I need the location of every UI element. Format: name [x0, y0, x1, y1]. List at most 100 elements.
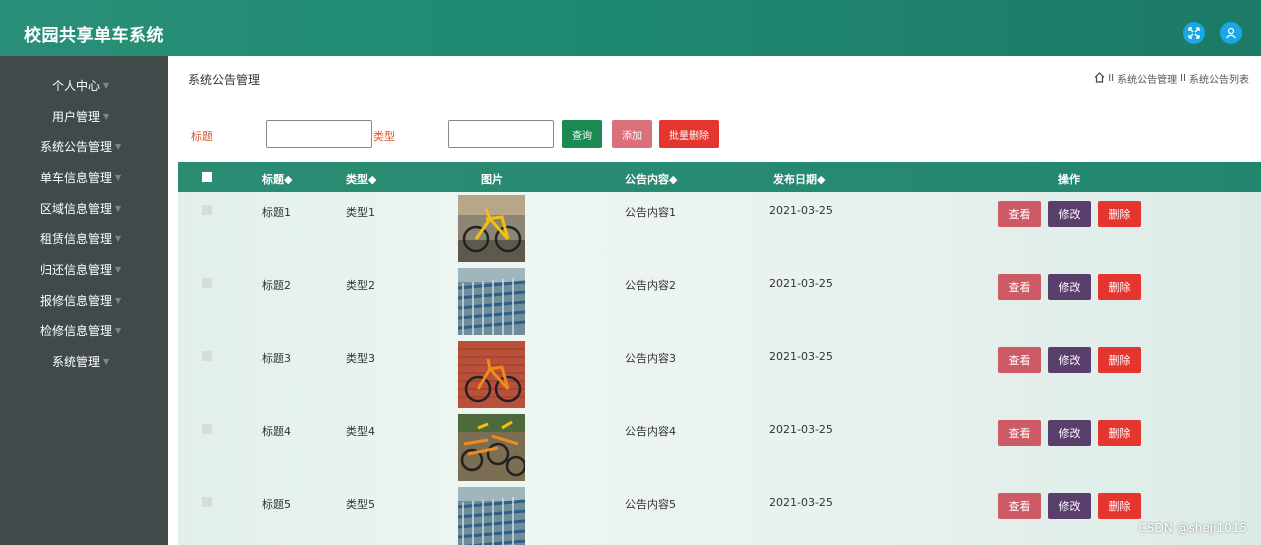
chevron-down-icon: ▼: [115, 172, 122, 182]
sidebar-item-user-management[interactable]: 用户管理 ▼: [0, 101, 168, 131]
view-button[interactable]: 查看: [998, 274, 1041, 300]
breadcrumb-level-1[interactable]: 系统公告管理: [1117, 71, 1177, 86]
announcement-table: 标题◆ 类型◆ 图片 公告内容◆ 发布日期◆ 操作 标题1 类型1 公告内容1 …: [178, 162, 1261, 545]
column-header-image: 图片: [481, 173, 503, 186]
row-type: 类型3: [346, 352, 375, 365]
chevron-down-icon: ▼: [115, 295, 122, 305]
edit-button[interactable]: 修改: [1048, 201, 1091, 227]
row-date: 2021-03-25: [769, 350, 833, 363]
query-button[interactable]: 查询: [562, 120, 602, 148]
table-row: 标题2 类型2 公告内容2 2021-03-25 查看 修改 删除: [178, 265, 1261, 338]
row-checkbox[interactable]: [202, 497, 212, 507]
breadcrumb-separator: II: [1108, 73, 1115, 84]
sidebar-item-system-management[interactable]: 系统管理 ▼: [0, 346, 168, 376]
page-title: 系统公告管理: [188, 73, 261, 87]
row-type: 类型2: [346, 279, 375, 292]
type-search-input[interactable]: [448, 120, 554, 148]
column-header-content[interactable]: 公告内容◆: [625, 171, 677, 187]
view-button[interactable]: 查看: [998, 201, 1041, 227]
row-date: 2021-03-25: [769, 204, 833, 217]
edit-button[interactable]: 修改: [1048, 347, 1091, 373]
breadcrumb: II 系统公告管理 II 系统公告列表: [1094, 71, 1249, 86]
row-content: 公告内容4: [625, 425, 676, 438]
sidebar-item-label: 区域信息管理: [40, 201, 113, 216]
sidebar-item-label: 报修信息管理: [40, 293, 113, 308]
sidebar: 个人中心 ▼ 用户管理 ▼ 系统公告管理 ▼ 单车信息管理 ▼ 区域信息管理 ▼ 租赁信息…: [0, 56, 168, 545]
row-checkbox[interactable]: [202, 278, 212, 288]
row-date: 2021-03-25: [769, 496, 833, 509]
row-type: 类型1: [346, 206, 375, 219]
announcement-image: [458, 341, 525, 408]
chevron-down-icon: ▼: [115, 203, 122, 213]
row-checkbox[interactable]: [202, 205, 212, 215]
edit-button[interactable]: 修改: [1048, 274, 1091, 300]
chevron-down-icon: ▼: [115, 233, 122, 243]
delete-button[interactable]: 删除: [1098, 201, 1141, 227]
delete-button[interactable]: 删除: [1098, 493, 1141, 519]
sidebar-item-label: 用户管理: [52, 109, 101, 124]
row-title: 标题4: [262, 425, 291, 438]
home-icon[interactable]: [1094, 71, 1105, 86]
delete-button[interactable]: 删除: [1098, 274, 1141, 300]
sidebar-item-announcement-management[interactable]: 系统公告管理 ▼: [0, 131, 168, 161]
delete-button[interactable]: 删除: [1098, 420, 1141, 446]
batch-delete-button[interactable]: 批量删除: [659, 120, 719, 148]
sidebar-item-repair-report-management[interactable]: 报修信息管理 ▼: [0, 285, 168, 315]
breadcrumb-level-2: 系统公告列表: [1189, 75, 1249, 86]
view-button[interactable]: 查看: [998, 493, 1041, 519]
row-title: 标题2: [262, 279, 291, 292]
app-title: 校园共享单车系统: [24, 26, 164, 46]
row-content: 公告内容5: [625, 498, 676, 511]
view-button[interactable]: 查看: [998, 420, 1041, 446]
row-title: 标题3: [262, 352, 291, 365]
row-checkbox[interactable]: [202, 351, 212, 361]
add-button[interactable]: 添加: [612, 120, 652, 148]
column-header-date[interactable]: 发布日期◆: [773, 171, 825, 187]
announcement-image: [458, 195, 525, 262]
sidebar-item-label: 单车信息管理: [40, 170, 113, 185]
main-content: 系统公告管理 II 系统公告管理 II 系统公告列表 标题 类型 查询 添加 批…: [168, 56, 1261, 545]
sidebar-item-area-management[interactable]: 区域信息管理 ▼: [0, 193, 168, 223]
row-content: 公告内容2: [625, 279, 676, 292]
row-content: 公告内容3: [625, 352, 676, 365]
row-checkbox[interactable]: [202, 424, 212, 434]
select-all-checkbox[interactable]: [202, 172, 212, 182]
fullscreen-icon[interactable]: [1183, 22, 1205, 44]
sidebar-item-inspection-management[interactable]: 检修信息管理 ▼: [0, 315, 168, 345]
title-search-input[interactable]: [266, 120, 372, 148]
row-date: 2021-03-25: [769, 277, 833, 290]
column-header-title[interactable]: 标题◆: [262, 171, 292, 187]
title-search-label: 标题: [191, 130, 213, 143]
sidebar-item-label: 检修信息管理: [40, 323, 113, 338]
chevron-down-icon: ▼: [115, 264, 122, 274]
user-icon[interactable]: [1220, 22, 1242, 44]
chevron-down-icon: ▼: [103, 111, 110, 121]
table-row: 标题3 类型3 公告内容3 2021-03-25 查看 修改 删除: [178, 338, 1261, 411]
chevron-down-icon: ▼: [103, 80, 110, 90]
edit-button[interactable]: 修改: [1048, 493, 1091, 519]
sidebar-item-return-management[interactable]: 归还信息管理 ▼: [0, 254, 168, 284]
sidebar-item-label: 系统管理: [52, 354, 101, 369]
top-header-bar: 校园共享单车系统: [0, 0, 1261, 56]
table-header: 标题◆ 类型◆ 图片 公告内容◆ 发布日期◆ 操作: [178, 162, 1261, 192]
watermark: CSDN @sheji1015: [1138, 521, 1247, 535]
sidebar-item-rental-management[interactable]: 租赁信息管理 ▼: [0, 223, 168, 253]
sidebar-item-personal-center[interactable]: 个人中心 ▼: [0, 70, 168, 100]
view-button[interactable]: 查看: [998, 347, 1041, 373]
edit-button[interactable]: 修改: [1048, 420, 1091, 446]
announcement-image: [458, 414, 525, 481]
table-row: 标题5 类型5 公告内容5 2021-03-25 查看 修改 删除: [178, 484, 1261, 545]
announcement-image: [458, 487, 525, 545]
delete-button[interactable]: 删除: [1098, 347, 1141, 373]
column-header-type[interactable]: 类型◆: [346, 171, 376, 187]
row-type: 类型5: [346, 498, 375, 511]
row-content: 公告内容1: [625, 206, 676, 219]
column-header-actions: 操作: [1058, 173, 1080, 186]
row-date: 2021-03-25: [769, 423, 833, 436]
announcement-image: [458, 268, 525, 335]
sidebar-item-label: 租赁信息管理: [40, 231, 113, 246]
sidebar-item-label: 个人中心: [52, 78, 101, 93]
sidebar-item-bike-management[interactable]: 单车信息管理 ▼: [0, 162, 168, 192]
type-search-label: 类型: [373, 130, 395, 143]
table-row: 标题1 类型1 公告内容1 2021-03-25 查看 修改 删除: [178, 192, 1261, 265]
